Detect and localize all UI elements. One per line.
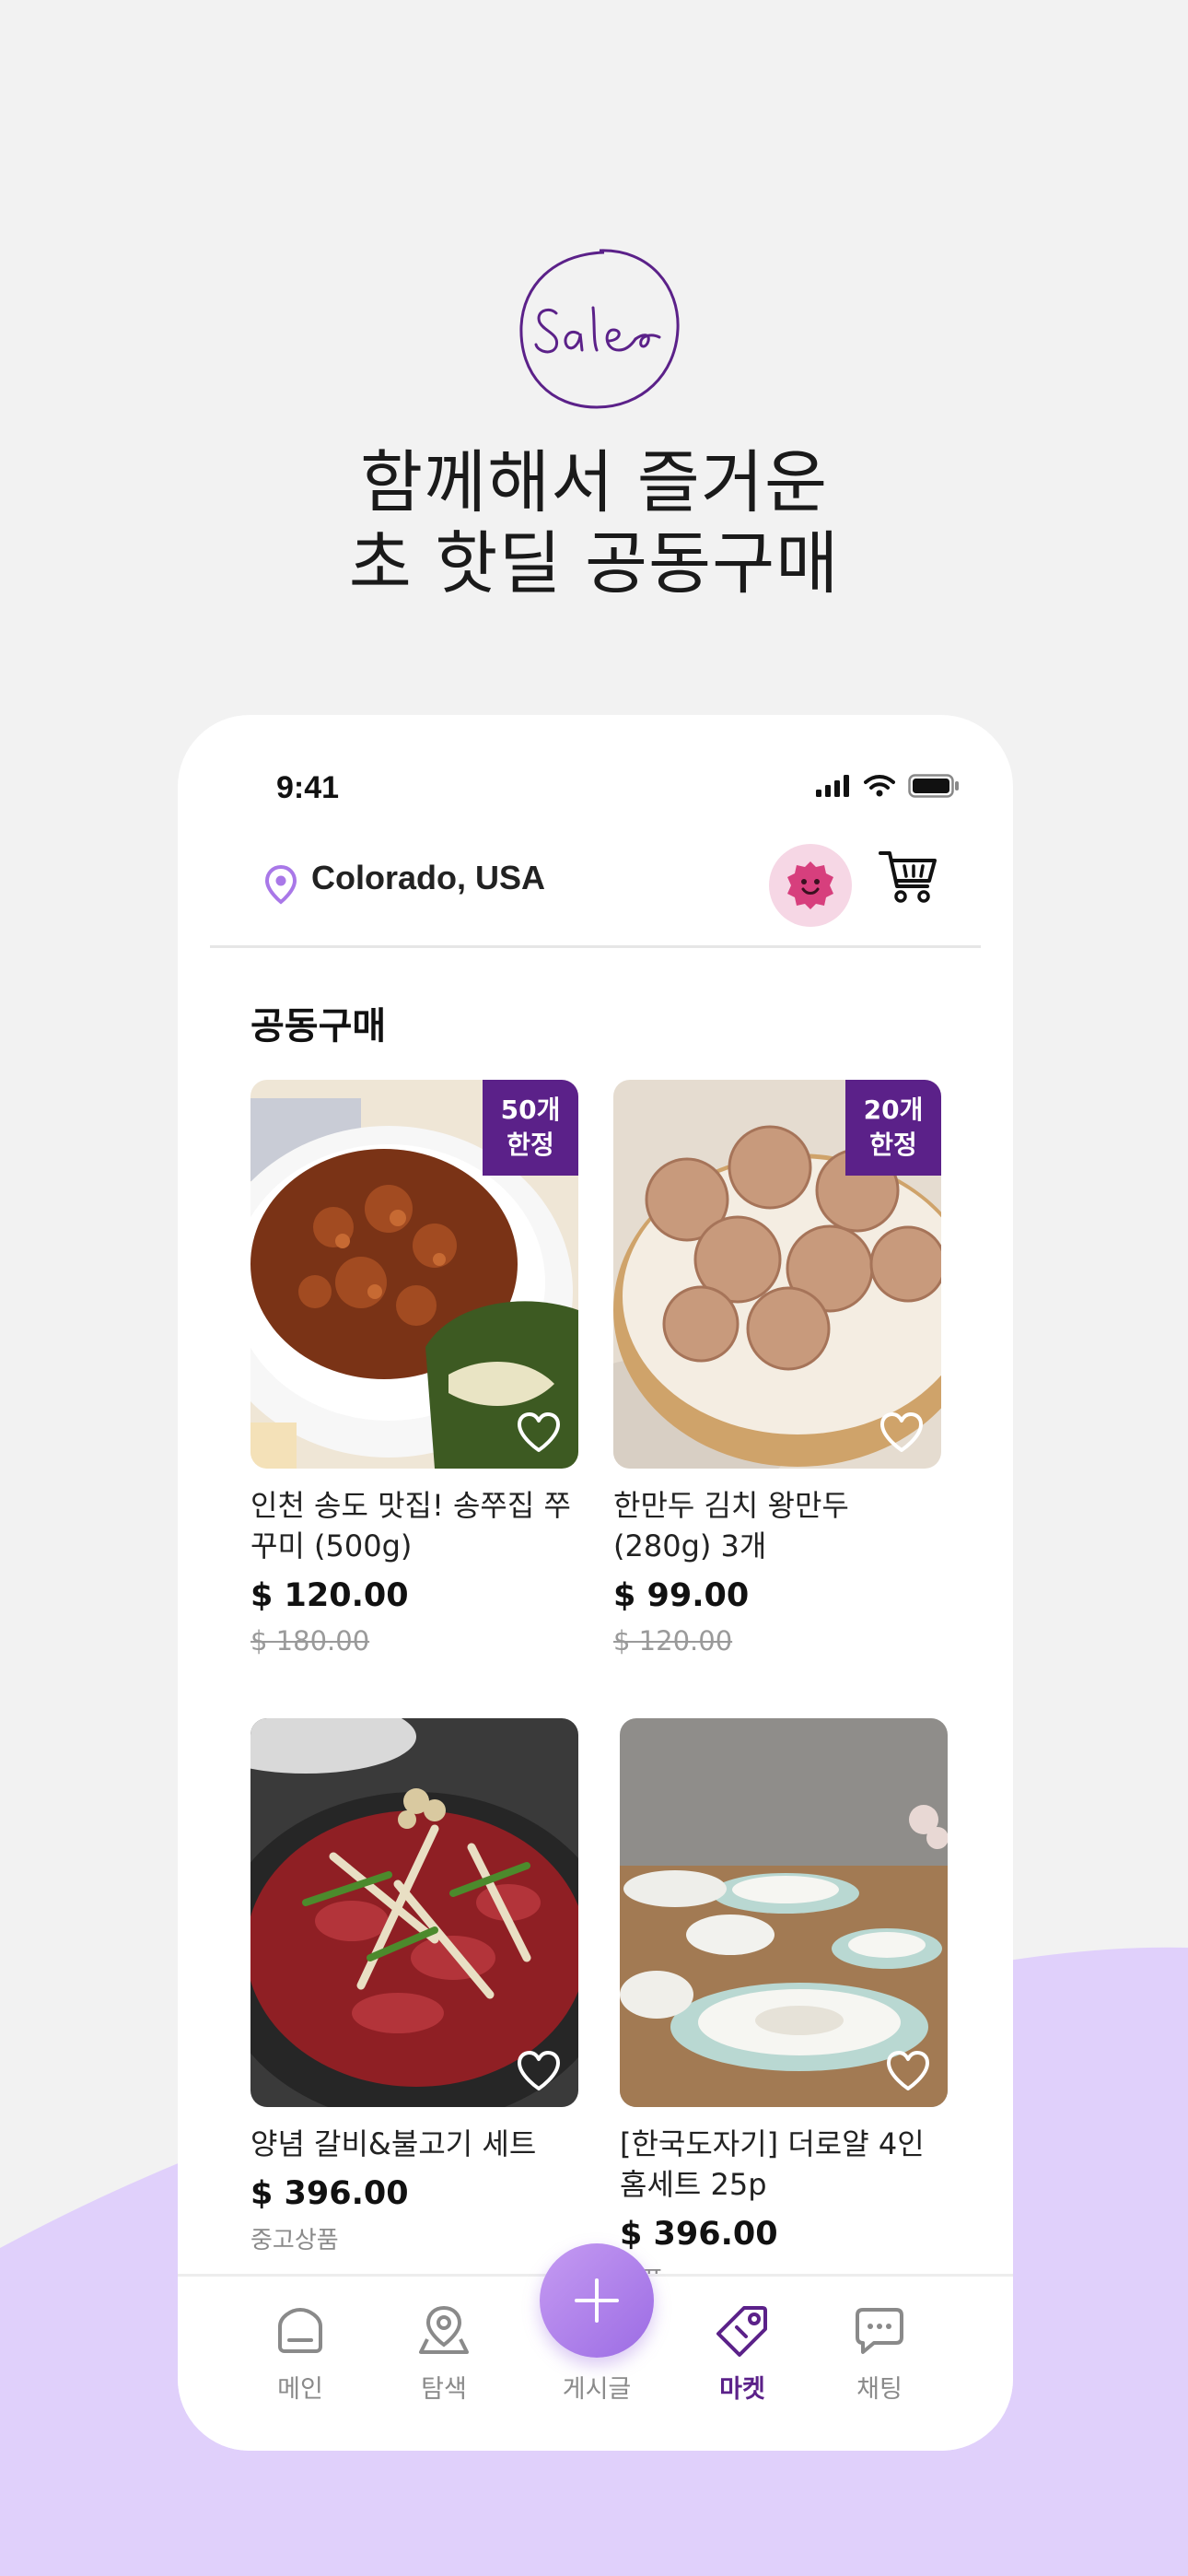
heart-icon[interactable] [516, 1411, 562, 1454]
phone-mockup: 9:41 Colorado, USA 공동구매 50개 한정 인천 송도 맛집!… [178, 715, 1013, 2451]
product-card[interactable]: [한국도자기] 더로얄 4인 홈세트 25p $ 396.00 상품 [620, 1718, 948, 2296]
badge-count: 50개 [500, 1095, 561, 1125]
tab-chat[interactable]: 채팅 [824, 2302, 935, 2405]
battery-icon [908, 774, 959, 798]
status-icons [816, 774, 960, 798]
map-pin-icon [419, 2305, 469, 2354]
product-name: [한국도자기] 더로얄 4인 홈세트 25p [620, 2126, 925, 2202]
badge-limited: 한정 [869, 1130, 917, 1160]
product-photo-bulgogi [250, 1718, 578, 2107]
product-price: $ 120.00 [250, 1577, 409, 1614]
status-time: 9:41 [276, 770, 340, 805]
chat-icon [856, 2308, 903, 2354]
badge-count: 20개 [863, 1095, 924, 1125]
limited-badge: 50개 한정 [483, 1080, 578, 1176]
tab-main[interactable]: 메인 [245, 2302, 355, 2405]
tab-market[interactable]: 마켓 [687, 2302, 798, 2405]
product-price: $ 396.00 [250, 2175, 409, 2212]
product-name: 인천 송도 맛집! 송쭈집 쭈꾸미 (500g) [250, 1488, 571, 1563]
signal-icon [816, 775, 849, 797]
wifi-icon [864, 775, 895, 797]
product-original-price: $ 120.00 [613, 1625, 733, 1657]
tag-icon [716, 2306, 767, 2357]
smiley-flower-icon [787, 861, 833, 909]
add-post-button[interactable] [540, 2243, 654, 2358]
product-price: $ 99.00 [613, 1577, 750, 1614]
heart-icon[interactable] [516, 2050, 562, 2092]
cart-icon[interactable] [878, 848, 938, 907]
product-image [250, 1718, 578, 2107]
section-title: 공동구매 [250, 1005, 387, 1048]
heart-icon[interactable] [879, 1411, 925, 1454]
bottom-tab-bar: 메인 탐색 게시글 마켓 채팅 [178, 2243, 1013, 2451]
location-pin-icon [264, 864, 297, 905]
top-header: Colorado, USA [178, 825, 1013, 927]
sale-logo [519, 249, 680, 409]
product-name: 양념 갈비&불고기 세트 [250, 2126, 537, 2161]
home-icon [278, 2307, 322, 2353]
product-condition: 중고상품 [250, 2227, 339, 2254]
tab-label: 메인 [277, 2375, 323, 2404]
product-image: 20개 한정 [613, 1080, 941, 1469]
tab-label: 채팅 [856, 2375, 903, 2404]
tab-explore[interactable]: 탐색 [389, 2302, 499, 2405]
tab-label: 마켓 [719, 2375, 765, 2404]
location-label[interactable]: Colorado, USA [311, 859, 545, 897]
product-name: 한만두 김치 왕만두 (280g) 3개 [613, 1488, 849, 1563]
product-image [620, 1718, 948, 2107]
product-original-price: $ 180.00 [250, 1625, 370, 1657]
badge-limited: 한정 [507, 1130, 554, 1160]
product-price: $ 396.00 [620, 2216, 778, 2253]
product-photo-dinnerware [620, 1718, 948, 2107]
headline-line-1: 함께해서 즐거운 [359, 443, 829, 522]
product-card[interactable]: 50개 한정 인천 송도 맛집! 송쭈집 쭈꾸미 (500g) $ 120.00… [250, 1080, 578, 1657]
product-card[interactable]: 20개 한정 한만두 김치 왕만두 (280g) 3개 $ 99.00 $ 12… [613, 1080, 941, 1657]
tab-label-post: 게시글 [562, 2375, 632, 2404]
limited-badge: 20개 한정 [845, 1080, 941, 1176]
product-card[interactable]: 양념 갈비&불고기 세트 $ 396.00 중고상품 [250, 1718, 578, 2255]
avatar[interactable] [769, 844, 852, 927]
header-divider [210, 945, 981, 948]
tab-label: 탐색 [421, 2375, 467, 2404]
plus-icon [575, 2278, 619, 2323]
headline: 함께해서 즐거운 초 핫딜 공동구매 [0, 442, 1188, 604]
headline-line-2: 초 핫딜 공동구매 [348, 524, 840, 603]
product-image: 50개 한정 [250, 1080, 578, 1469]
heart-icon[interactable] [885, 2050, 931, 2092]
